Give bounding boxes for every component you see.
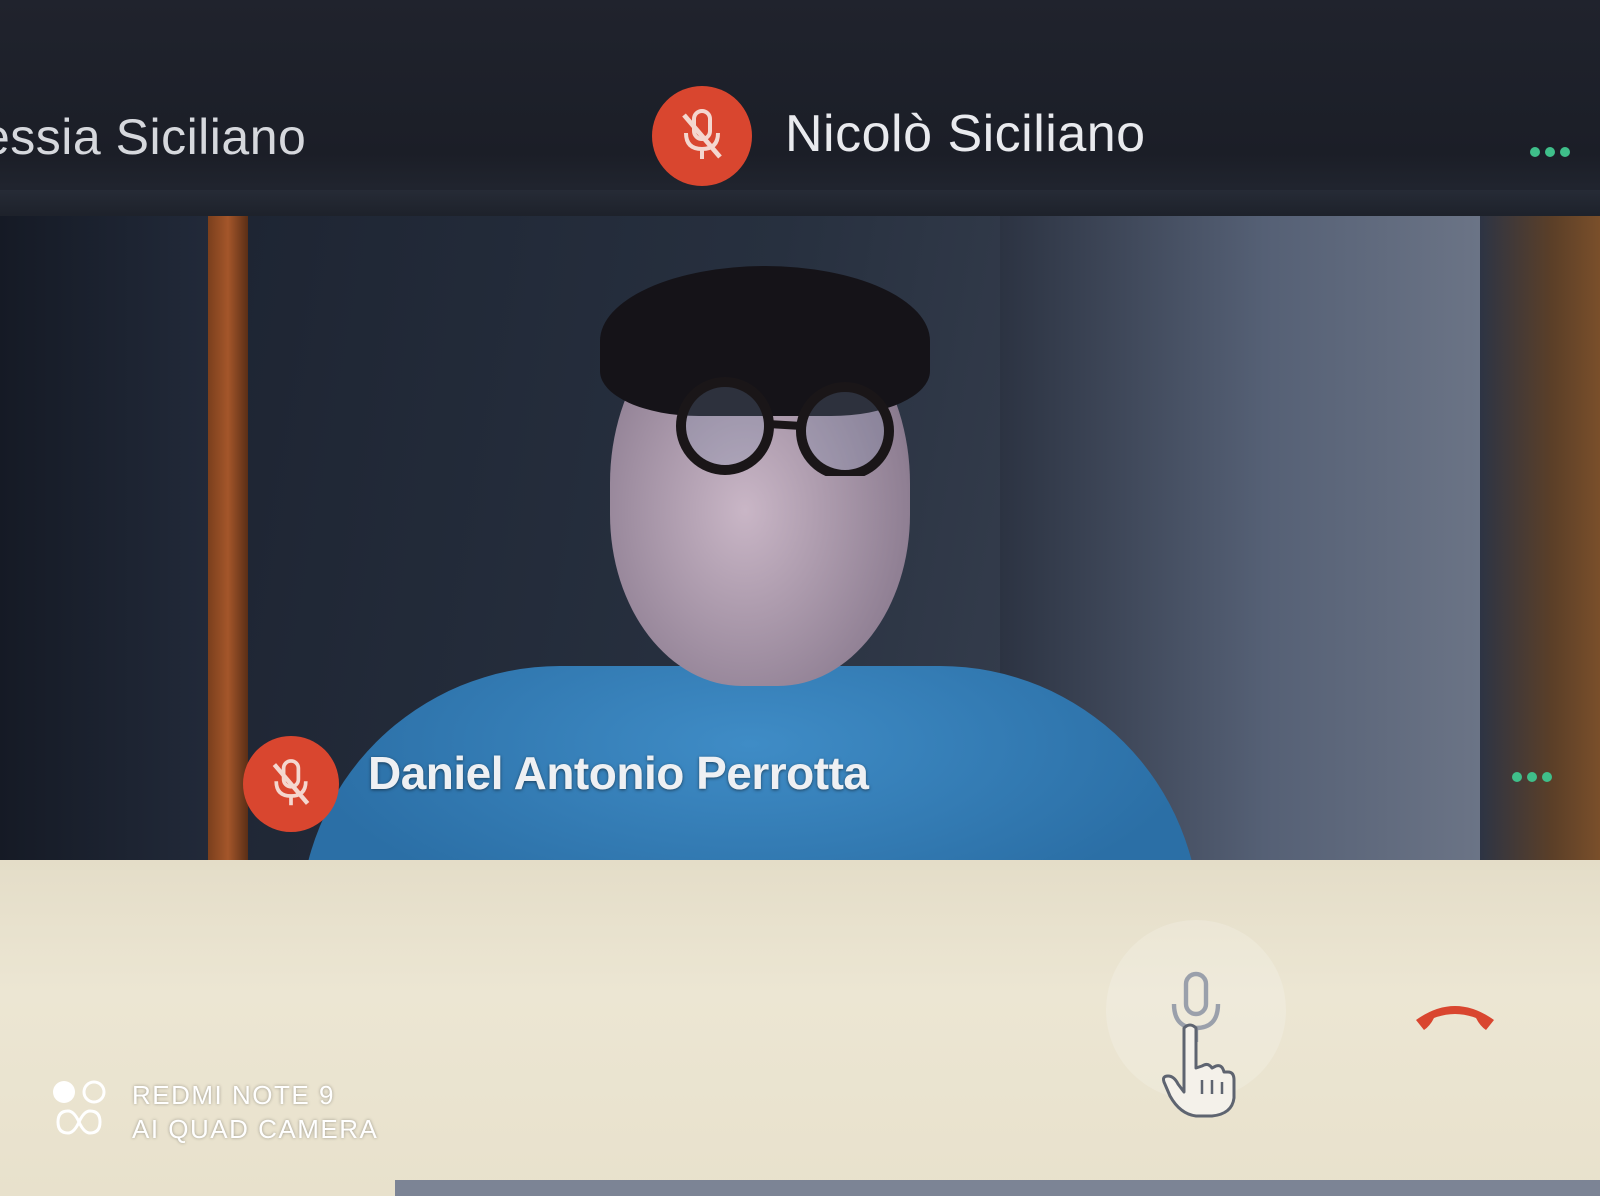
participant-name-left: essia Siciliano (0, 109, 307, 165)
watermark-line-1: REDMI NOTE 9 (132, 1080, 335, 1110)
camera-watermark: REDMI NOTE 9 AI QUAD CAMERA (50, 1078, 378, 1146)
participant-name-center: Nicolò Siciliano (785, 105, 1146, 163)
call-control-bar: REDMI NOTE 9 AI QUAD CAMERA (0, 860, 1600, 1196)
hang-up-phone-icon (1416, 1006, 1494, 1030)
video-background (0, 216, 215, 862)
hand-pointer-icon (1162, 1023, 1236, 1118)
mic-muted-badge (652, 86, 752, 186)
participant-strip: essia Siciliano Nicolò Siciliano (0, 0, 1600, 220)
more-options-icon[interactable] (1530, 147, 1570, 157)
hang-up-button[interactable] (1380, 940, 1530, 1090)
mic-off-icon (272, 759, 310, 806)
watermark-line-2: AI QUAD CAMERA (132, 1114, 379, 1144)
screen-bottom-edge (395, 1180, 1600, 1196)
camera-logo-icon (53, 1080, 106, 1135)
video-background-doorframe (208, 216, 248, 862)
tile-participant-name: Daniel Antonio Perrotta (368, 747, 869, 799)
participant-video-tile[interactable]: Daniel Antonio Perrotta (0, 216, 1600, 862)
video-background-right (1480, 216, 1600, 862)
mic-off-icon (682, 109, 722, 159)
tile-more-options-icon[interactable] (1512, 772, 1552, 782)
tile-mic-muted-badge (243, 736, 339, 832)
glasses-shape (676, 377, 894, 476)
